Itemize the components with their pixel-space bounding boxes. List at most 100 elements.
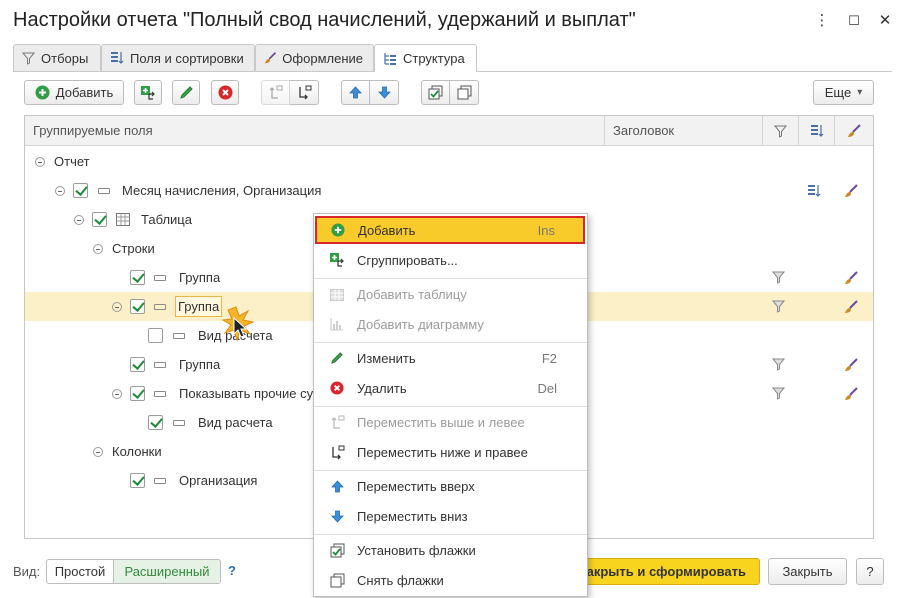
table-icon [329,286,345,302]
tab-appearance[interactable]: Оформление [255,44,374,71]
tab-label: Отборы [41,50,89,66]
collapse-icon[interactable] [55,176,65,205]
filter-icon [774,125,787,138]
column-header-appearance[interactable] [835,116,873,146]
brush-icon[interactable] [844,263,858,292]
collapse-icon[interactable] [74,205,84,234]
row-checkbox[interactable] [130,292,145,321]
menu-separator [314,534,587,535]
move-level-group [261,80,319,105]
maximize-icon[interactable]: ☐ [840,8,868,34]
row-checkbox[interactable] [148,408,163,437]
menu-item-move-down-right[interactable]: Переместить ниже и правее [314,438,587,466]
brush-icon[interactable] [844,176,858,205]
row-checkbox[interactable] [130,466,145,495]
move-up-button[interactable] [341,80,370,105]
brush-icon[interactable] [844,350,858,379]
menu-separator [314,278,587,279]
more-menu-icon[interactable]: ⋮ [808,8,836,34]
filter-icon[interactable] [772,292,785,321]
collapse-icon[interactable] [35,147,45,176]
arrow-down-icon [377,86,391,99]
menu-item-move-up-left[interactable]: Переместить выше и левее [314,408,587,436]
sort-fields-icon[interactable] [807,176,821,205]
menu-item-move-down[interactable]: Переместить вниз [314,502,587,530]
tree-row-label: Отчет [54,154,90,169]
move-down-right-icon [298,85,311,100]
add-button[interactable]: Добавить [24,80,124,105]
tab-filters[interactable]: Отборы [13,44,101,71]
row-checkbox[interactable] [148,321,163,350]
field-icon [154,350,166,379]
menu-item-label: Снять флажки [357,572,444,588]
collapse-icon[interactable] [112,292,122,321]
filter-icon[interactable] [772,379,785,408]
field-icon [154,292,166,321]
column-header-grouped-fields[interactable]: Группируемые поля [25,116,605,146]
view-mode-label: Вид: [13,564,41,579]
column-header-sort[interactable] [799,116,835,146]
column-header-title[interactable]: Заголовок [605,116,763,146]
menu-item-edit[interactable]: Изменить F2 [314,344,587,372]
row-checkbox[interactable] [130,263,145,292]
menu-item-add-table[interactable]: Добавить таблицу [314,280,587,308]
collapse-icon[interactable] [93,234,103,263]
tree-row-label: Строки [112,241,155,256]
row-checkbox[interactable] [73,176,88,205]
menu-item-label: Изменить [357,350,416,366]
move-down-right-button[interactable] [290,80,319,105]
uncheck-all-icon [329,572,345,588]
menu-separator [314,342,587,343]
help-button[interactable]: ? [856,558,884,585]
tab-fields-sorting[interactable]: Поля и сортировки [101,44,255,71]
edit-button[interactable] [172,80,200,105]
menu-item-delete[interactable]: Удалить Del [314,374,587,402]
uncheck-all-icon [457,85,471,100]
field-icon [154,263,166,292]
filter-icon[interactable] [772,263,785,292]
group-button[interactable] [134,80,162,105]
view-mode-simple-label: Простой [54,564,106,579]
tree-row[interactable]: Отчет [25,147,873,176]
delete-icon [218,85,232,100]
tab-label: Структура [403,51,465,66]
row-checkbox[interactable] [92,205,107,234]
close-button[interactable]: Закрыть [768,558,847,585]
move-down-button[interactable] [370,80,399,105]
close-icon[interactable]: ✕ [871,8,899,34]
collapse-icon[interactable] [112,379,122,408]
menu-item-move-up[interactable]: Переместить вверх [314,472,587,500]
move-up-left-button[interactable] [261,80,290,105]
sort-fields-icon [111,52,124,64]
tab-structure[interactable]: Структура [374,44,477,72]
menu-item-label: Переместить вниз [357,508,468,524]
brush-icon[interactable] [844,379,858,408]
uncheck-all-button[interactable] [450,80,479,105]
view-mode-extended[interactable]: Расширенный [114,559,221,584]
menu-item-check-all[interactable]: Установить флажки [314,536,587,564]
tree-row[interactable]: Месяц начисления, Организация [25,176,873,205]
row-checkbox[interactable] [130,350,145,379]
help-link[interactable]: ? [228,563,236,578]
menu-item-group[interactable]: Сгруппировать... [314,246,587,274]
menu-item-add-chart[interactable]: Добавить диаграмму [314,310,587,338]
menu-item-shortcut: Del [537,380,557,396]
row-checkbox[interactable] [130,379,145,408]
filter-icon[interactable] [772,350,785,379]
check-all-button[interactable] [421,80,450,105]
menu-item-add[interactable]: Добавить Ins [315,216,585,244]
column-header-filter[interactable] [763,116,799,146]
menu-item-uncheck-all[interactable]: Снять флажки [314,566,587,594]
more-button[interactable]: Еще ▾ [813,80,874,105]
collapse-icon[interactable] [93,437,103,466]
add-circle-icon [35,85,50,100]
tree-row-label-editing[interactable]: Группа [175,292,223,321]
delete-button[interactable] [211,80,239,105]
view-mode-simple[interactable]: Простой [46,559,114,584]
view-mode-extended-label: Расширенный [124,564,210,579]
brush-icon[interactable] [844,292,858,321]
window-title: Настройки отчета "Полный свод начислений… [13,9,636,31]
close-and-generate-button[interactable]: Закрыть и сформировать [560,558,760,585]
menu-item-label: Добавить диаграмму [357,316,484,332]
tree-row-label: Месяц начисления, Организация [122,183,322,198]
